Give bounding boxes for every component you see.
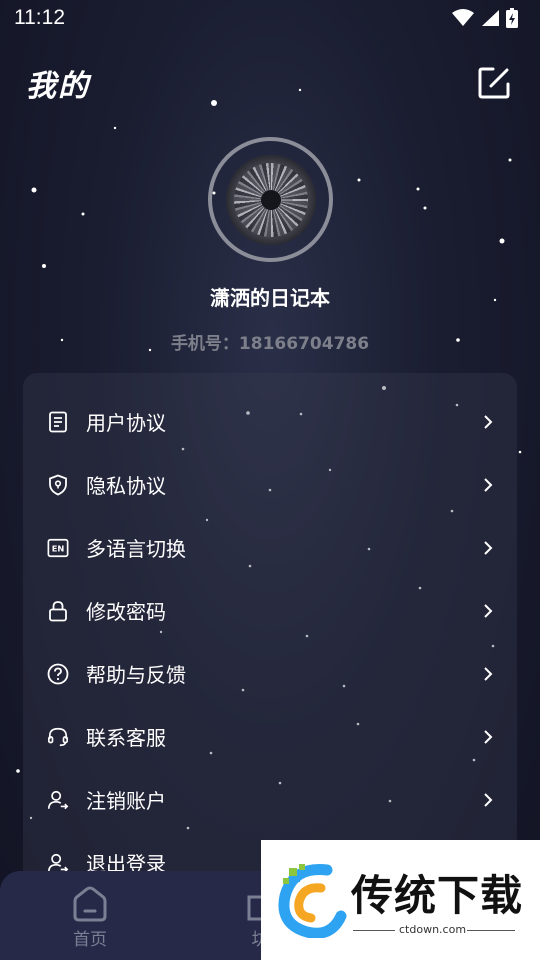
nav-item-home[interactable]: 首页: [30, 871, 150, 960]
signal-icon: [482, 10, 499, 26]
chevron-right-icon: [481, 475, 495, 495]
status-time: 11:12: [14, 6, 65, 29]
menu-item-delete-account[interactable]: 注销账户: [23, 768, 517, 831]
menu-item-label: 注销账户: [86, 789, 166, 813]
menu-item-contact-support[interactable]: 联系客服: [23, 705, 517, 768]
menu-item-label: 隐私协议: [86, 474, 166, 498]
menu-item-label: 修改密码: [86, 600, 166, 624]
avatar[interactable]: [208, 137, 333, 262]
chevron-right-icon: [481, 601, 495, 621]
shield-lock-icon: [47, 474, 69, 496]
document-icon: [47, 411, 69, 433]
watermark-title: 传统下载: [351, 871, 524, 920]
user-logout-icon: [47, 789, 69, 811]
menu-card: 用户协议 隐私协议 EN 多语言切换 修改密码 帮助与反馈 联系客服 注销账户 …: [23, 373, 517, 913]
username: 潇洒的日记本: [210, 286, 330, 310]
menu-item-label: 帮助与反馈: [86, 663, 186, 687]
menu-item-privacy-agreement[interactable]: 隐私协议: [23, 453, 517, 516]
language-en-icon: EN: [47, 537, 69, 559]
lock-icon: [47, 600, 69, 622]
svg-text:EN: EN: [52, 543, 65, 553]
watermark-url: ctdown.com: [399, 923, 467, 936]
ctdown-logo-icon: [278, 864, 347, 938]
chevron-right-icon: [481, 790, 495, 810]
watermark-overlay: 传统下载 ctdown.com: [261, 840, 540, 960]
menu-item-language-switch[interactable]: EN 多语言切换: [23, 516, 517, 579]
battery-charging-icon: [506, 8, 518, 28]
menu-item-label: 用户协议: [86, 411, 166, 435]
menu-item-label: 联系客服: [86, 726, 166, 750]
headset-icon: [47, 726, 69, 748]
edit-square-icon: [478, 67, 510, 99]
avatar-image: [225, 154, 316, 245]
menu-item-change-password[interactable]: 修改密码: [23, 579, 517, 642]
menu-item-user-agreement[interactable]: 用户协议: [23, 390, 517, 453]
help-circle-icon: [47, 663, 69, 685]
header: 我的: [0, 58, 540, 108]
home-icon: [73, 886, 107, 922]
edit-button[interactable]: [474, 63, 514, 103]
status-bar: 11:12: [0, 0, 540, 36]
wifi-icon: [452, 9, 474, 26]
page-title: 我的: [26, 69, 90, 104]
phone-number: 手机号：18166704786: [170, 334, 370, 354]
chevron-right-icon: [481, 664, 495, 684]
chevron-right-icon: [481, 727, 495, 747]
chevron-right-icon: [481, 538, 495, 558]
status-icons: [452, 8, 518, 28]
menu-item-label: 多语言切换: [86, 537, 186, 561]
chevron-right-icon: [481, 412, 495, 432]
menu-item-help-feedback[interactable]: 帮助与反馈: [23, 642, 517, 705]
nav-label-home: 首页: [73, 930, 107, 950]
